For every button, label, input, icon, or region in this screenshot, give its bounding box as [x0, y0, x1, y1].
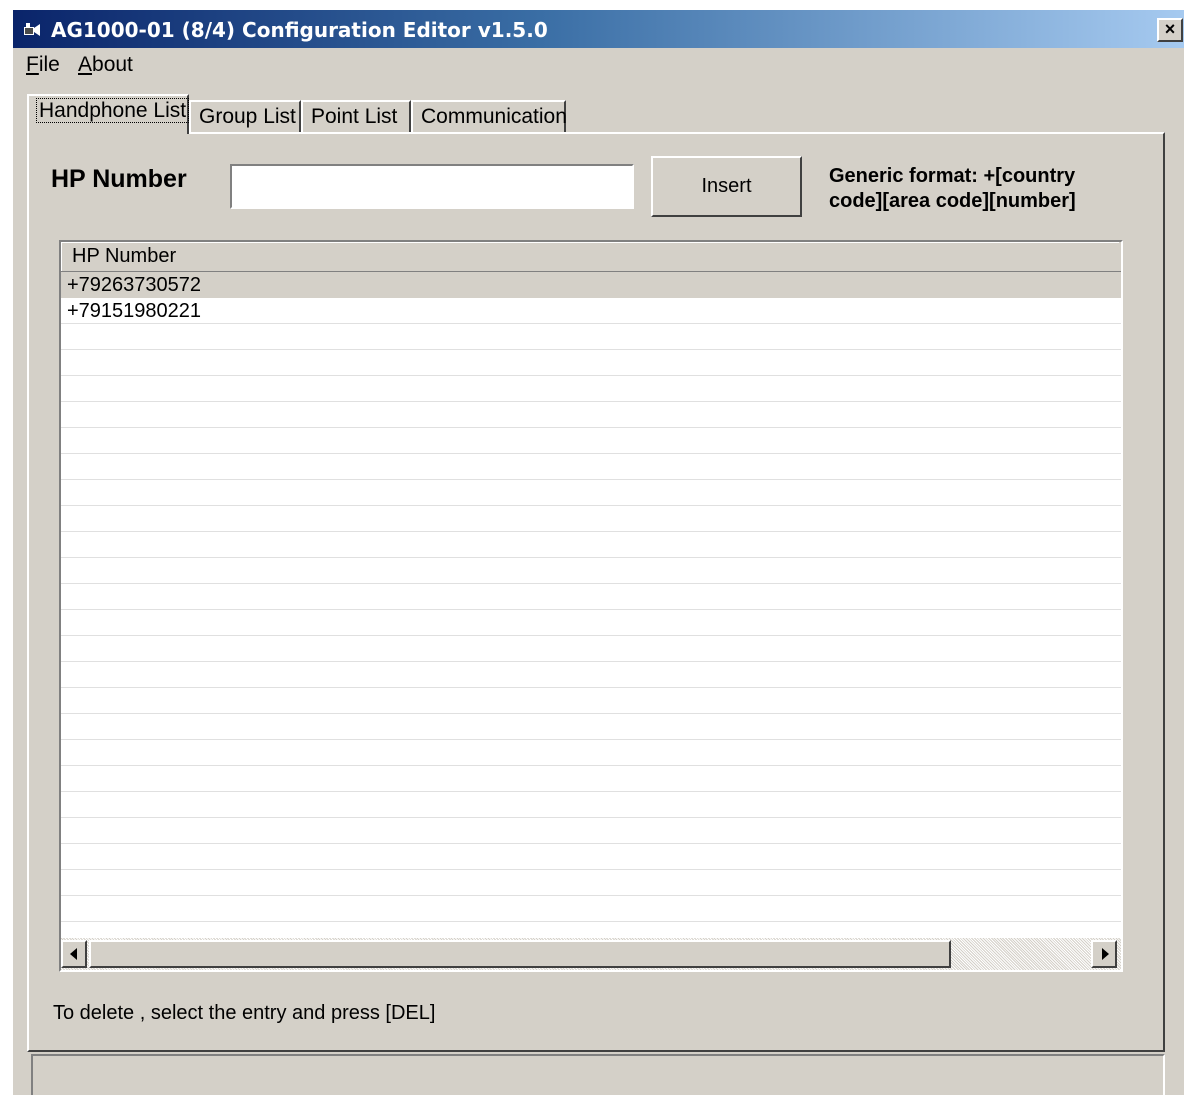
title-bar[interactable]: AG1000-01 (8/4) Configuration Editor v1.…: [13, 10, 1184, 48]
hp-number-label: HP Number: [51, 165, 187, 193]
scrollbar-thumb[interactable]: [89, 940, 951, 968]
tab-communication[interactable]: Communication: [411, 100, 567, 132]
delete-hint: To delete , select the entry and press […: [53, 1002, 436, 1024]
arrow-right-icon: [1102, 948, 1109, 960]
app-icon: [24, 23, 40, 36]
menu-file-label: ile: [38, 53, 60, 76]
tab-point-list-label: Point List: [311, 105, 398, 128]
list-rows: +79263730572 +79151980221: [61, 272, 1121, 938]
tab-handphone-list[interactable]: Handphone List: [27, 94, 190, 134]
column-header-hp-number[interactable]: HP Number: [61, 242, 1119, 271]
app-window: AG1000-01 (8/4) Configuration Editor v1.…: [12, 10, 1184, 1095]
menu-file-mnemonic: F: [26, 53, 39, 76]
scroll-right-button[interactable]: [1091, 940, 1117, 968]
menu-file[interactable]: File: [26, 53, 60, 77]
status-bar: [31, 1054, 1165, 1095]
insert-button[interactable]: Insert: [651, 156, 802, 217]
tab-communication-label: Communication: [421, 105, 567, 128]
hp-number-input[interactable]: [230, 164, 634, 209]
tab-handphone-list-label: Handphone List: [35, 98, 190, 123]
list-row[interactable]: +79263730572: [61, 272, 1121, 298]
scroll-left-button[interactable]: [61, 940, 87, 968]
list-row[interactable]: +79151980221: [61, 298, 1121, 324]
format-hint: Generic format: +[country code][area cod…: [829, 165, 1076, 212]
list-header: HP Number: [61, 242, 1121, 272]
tab-group-list[interactable]: Group List: [189, 100, 301, 132]
close-icon: ×: [1164, 19, 1176, 39]
window-title: AG1000-01 (8/4) Configuration Editor v1.…: [51, 18, 548, 42]
arrow-left-icon: [70, 948, 77, 960]
menu-about-mnemonic: A: [78, 53, 93, 76]
horizontal-scrollbar[interactable]: [61, 938, 1121, 970]
menu-about[interactable]: About: [78, 53, 133, 77]
close-button[interactable]: ×: [1157, 18, 1183, 42]
menu-bar: File About: [13, 48, 1184, 84]
tab-point-list[interactable]: Point List: [301, 100, 411, 132]
hp-number-list[interactable]: HP Number +79263730572 +79151980221: [59, 240, 1123, 972]
menu-about-label: bout: [92, 53, 133, 76]
tab-group-list-label: Group List: [199, 105, 296, 128]
